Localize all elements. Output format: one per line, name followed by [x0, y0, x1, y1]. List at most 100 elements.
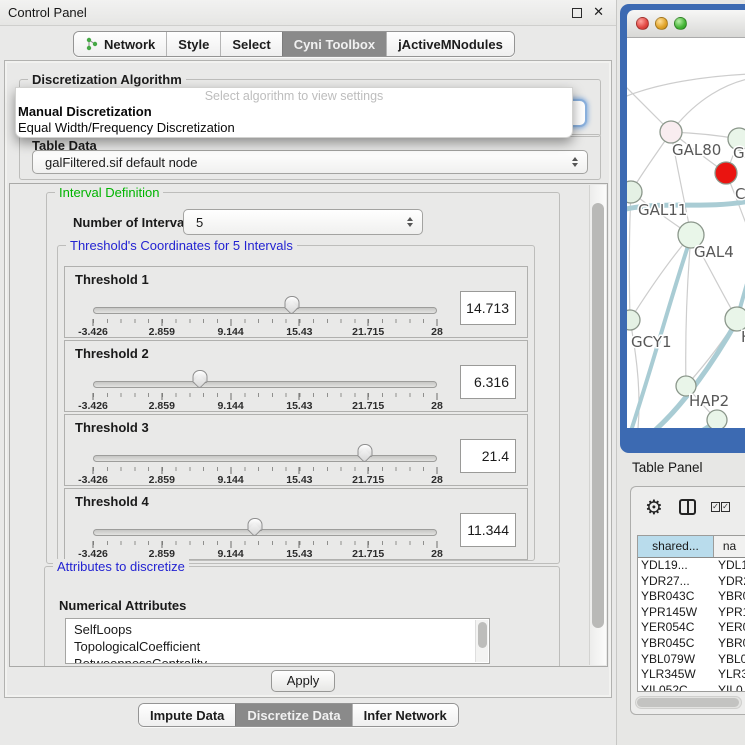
- tab-label: Discretize Data: [247, 708, 340, 723]
- table-panel-title: Table Panel: [632, 460, 703, 475]
- traffic-light-minimize-icon[interactable]: [655, 17, 668, 30]
- vertical-scrollbar[interactable]: [589, 185, 606, 665]
- tick-label: 21.715: [352, 474, 384, 486]
- column-header-shared-name[interactable]: shared...: [638, 536, 714, 557]
- tick-label: 15.43: [286, 326, 312, 338]
- tab-style[interactable]: Style: [166, 32, 220, 56]
- slider-tick-labels: -3.4262.8599.14415.4321.71528: [93, 326, 437, 339]
- top-tab-bar: Network Style Select Cyni Toolbox jActiv…: [73, 31, 515, 57]
- tab-discretize-data[interactable]: Discretize Data: [235, 704, 351, 726]
- threshold-value-field[interactable]: 11.344: [460, 513, 516, 547]
- tab-label: jActiveMNodules: [398, 37, 503, 52]
- bottom-tab-bar: Impute Data Discretize Data Infer Networ…: [138, 703, 459, 727]
- float-window-icon[interactable]: [572, 8, 582, 18]
- tab-label: Infer Network: [364, 708, 447, 723]
- column-layout-icon[interactable]: [679, 499, 696, 515]
- apply-button[interactable]: Apply: [271, 670, 335, 692]
- close-icon[interactable]: ✕: [593, 4, 604, 20]
- panel-title: Control Panel: [8, 5, 87, 20]
- threshold-value-field[interactable]: 21.4: [460, 439, 516, 473]
- interval-definition-group: Interval Definition Number of Intervals …: [46, 192, 560, 564]
- slider-track[interactable]: [93, 529, 437, 536]
- threshold-slider[interactable]: -3.4262.8599.14415.4321.71528: [93, 443, 437, 487]
- slider-thumb[interactable]: [357, 444, 372, 457]
- table-row[interactable]: YDR27...YDR2: [638, 574, 745, 590]
- tick-label: 28: [431, 326, 443, 338]
- slider-thumb[interactable]: [192, 370, 207, 383]
- slider-thumb[interactable]: [247, 518, 262, 531]
- node-label: GAL11: [638, 201, 687, 219]
- threshold-value-field[interactable]: 14.713: [460, 291, 516, 325]
- traffic-light-zoom-icon[interactable]: [674, 17, 687, 30]
- tab-label: Style: [178, 37, 209, 52]
- tab-jactivemnodules[interactable]: jActiveMNodules: [386, 32, 514, 56]
- gear-icon[interactable]: ⚙: [645, 495, 663, 520]
- column-header-name[interactable]: na: [714, 536, 745, 557]
- control-panel: Control Panel ✕ Network Style Select Cyn…: [0, 0, 617, 745]
- attribute-item[interactable]: TopologicalCoefficient: [66, 638, 489, 655]
- network-view-window[interactable]: GAL80GACGAL11GAL4GCY1HHAP2: [620, 4, 745, 453]
- attribute-item[interactable]: SelfLoops: [66, 621, 489, 638]
- table-row[interactable]: YBL079WYBL0: [638, 652, 745, 668]
- table-row[interactable]: YLR345WYLR3: [638, 667, 745, 683]
- network-graph: GAL80GACGAL11GAL4GCY1HHAP2: [627, 38, 745, 428]
- threshold-value-field[interactable]: 6.316: [460, 365, 516, 399]
- tab-label: Cyni Toolbox: [294, 37, 375, 52]
- horizontal-scrollbar[interactable]: [635, 696, 742, 709]
- list-scrollbar[interactable]: [475, 620, 488, 662]
- tab-network[interactable]: Network: [74, 32, 166, 56]
- node-label: GAL80: [672, 141, 721, 159]
- table-row[interactable]: YBR045CYBR0: [638, 636, 745, 652]
- table-row[interactable]: YER054CYER0: [638, 620, 745, 636]
- slider-track[interactable]: [93, 307, 437, 314]
- threshold-panel-4: Threshold 4 -3.4262.8599.14415.4321.7152…: [64, 488, 528, 560]
- slider-thumb[interactable]: [284, 296, 299, 309]
- table-row[interactable]: YDL19...YDL1: [638, 558, 745, 574]
- tick-label: 28: [431, 474, 443, 486]
- table-row[interactable]: YIL052CYIL0: [638, 683, 745, 692]
- node-label: HAP2: [689, 392, 729, 410]
- tab-select[interactable]: Select: [220, 32, 281, 56]
- table-row[interactable]: YBR043CYBR0: [638, 589, 745, 605]
- tick-label: 2.859: [149, 400, 175, 412]
- dropdown-option-manual[interactable]: Manual Discretization: [16, 104, 572, 120]
- table-row[interactable]: YPR145WYPR1: [638, 605, 745, 621]
- tab-label: Select: [232, 37, 270, 52]
- slider-tick-labels: -3.4262.8599.14415.4321.71528: [93, 474, 437, 487]
- traffic-light-close-icon[interactable]: [636, 17, 649, 30]
- checkbox-icon: ✓: [721, 502, 730, 512]
- attribute-item[interactable]: BetweennessCentrality: [66, 655, 489, 664]
- control-panel-titlebar: Control Panel ✕: [0, 0, 616, 26]
- dropdown-hint-item[interactable]: Select algorithm to view settings: [16, 88, 572, 104]
- thresholds-group-title: Threshold's Coordinates for 5 Intervals: [66, 238, 297, 253]
- network-node[interactable]: [715, 162, 737, 184]
- tab-impute-data[interactable]: Impute Data: [139, 704, 235, 726]
- checkbox-icon: ✓: [711, 502, 720, 512]
- num-intervals-select[interactable]: 5: [183, 209, 423, 235]
- select-columns-icon[interactable]: ✓ ✓: [711, 502, 730, 512]
- table-toolbar: ⚙ ✓ ✓: [631, 487, 745, 535]
- dropdown-option-equal-width[interactable]: Equal Width/Frequency Discretization: [16, 120, 572, 136]
- num-intervals-label: Number of Intervals: [73, 215, 195, 230]
- slider-track[interactable]: [93, 455, 437, 462]
- slider-track[interactable]: [93, 381, 437, 388]
- network-node[interactable]: [660, 121, 682, 143]
- tab-cyni-toolbox[interactable]: Cyni Toolbox: [282, 32, 386, 56]
- tab-label: Impute Data: [150, 708, 224, 723]
- network-canvas[interactable]: GAL80GACGAL11GAL4GCY1HHAP2: [627, 38, 745, 428]
- network-node[interactable]: [627, 181, 642, 203]
- threshold-slider[interactable]: -3.4262.8599.14415.4321.71528: [93, 517, 437, 561]
- threshold-slider[interactable]: -3.4262.8599.14415.4321.71528: [93, 295, 437, 339]
- tick-label: 9.144: [217, 474, 243, 486]
- interval-group-title: Interval Definition: [55, 185, 163, 200]
- slider-ticks: [93, 319, 437, 326]
- algorithm-dropdown: Select algorithm to view settings Manual…: [15, 87, 573, 138]
- threshold-slider[interactable]: -3.4262.8599.14415.4321.71528: [93, 369, 437, 413]
- tick-label: 15.43: [286, 474, 312, 486]
- network-node[interactable]: [707, 410, 727, 428]
- cyni-toolbox-content: Discretization Algorithm Select algorith…: [4, 60, 612, 698]
- tick-label: 28: [431, 400, 443, 412]
- tab-infer-network[interactable]: Infer Network: [352, 704, 458, 726]
- network-node[interactable]: [627, 310, 640, 330]
- table-data-select[interactable]: galFiltered.sif default node: [32, 150, 588, 174]
